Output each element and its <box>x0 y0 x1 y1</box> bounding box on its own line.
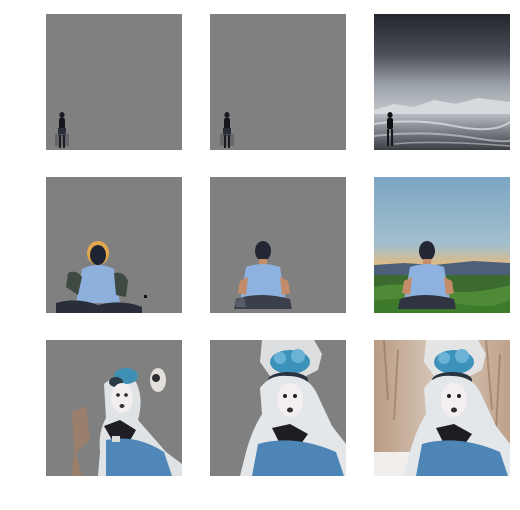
panel-beach-original <box>374 14 510 150</box>
panel-beach-mask-a <box>46 14 182 150</box>
panel-flowers-mask-a <box>46 340 182 476</box>
panel-meditation-original <box>374 177 510 313</box>
panel-beach-mask-b <box>210 14 346 150</box>
panel-flowers-mask-b <box>210 340 346 476</box>
panel-meditation-mask-a <box>46 177 182 313</box>
panel-meditation-mask-b <box>210 177 346 313</box>
panel-flowers-original <box>374 340 510 476</box>
